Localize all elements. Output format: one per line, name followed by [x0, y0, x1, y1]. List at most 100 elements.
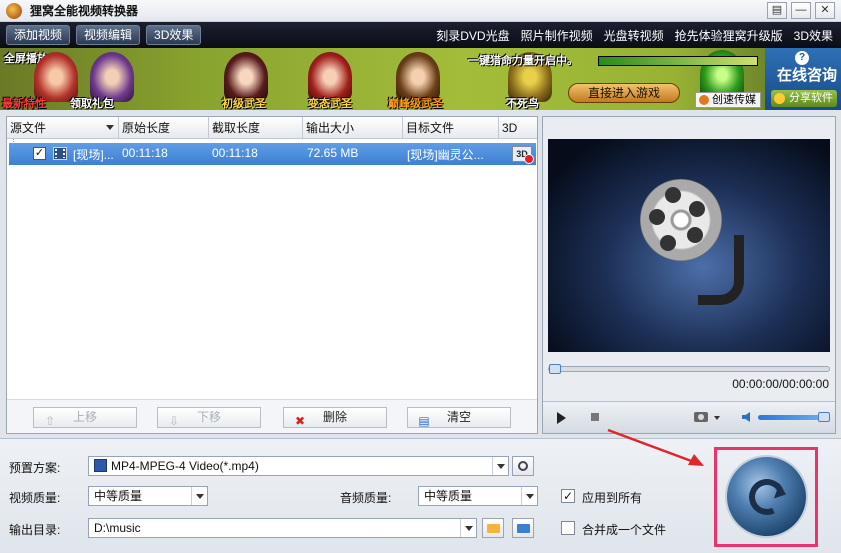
- sort-arrow-icon: [106, 125, 114, 130]
- seek-thumb[interactable]: [549, 364, 561, 374]
- banner-ad[interactable]: 全屏播放 最新特性 领取礼包 初级武圣 变态武圣 巅峰级武圣 不死鸟 一键猎命力…: [0, 48, 841, 110]
- menu-button[interactable]: ▤: [767, 2, 787, 19]
- app-logo-icon: [6, 2, 22, 19]
- seek-bar[interactable]: [548, 364, 830, 374]
- table-row[interactable]: ✓ [现场]... 00:11:18 00:11:18 72.65 MB [现场…: [9, 143, 536, 165]
- consult-panel[interactable]: ? 在线咨询 分享软件: [765, 48, 841, 110]
- enter-game-button[interactable]: 直接进入游戏: [568, 83, 680, 103]
- delete-x-icon: ✖: [294, 414, 306, 428]
- column-target-file[interactable]: 目标文件: [403, 117, 499, 139]
- apply-all-label: 应用到所有: [582, 491, 643, 505]
- link-upgrade[interactable]: 抢先体验狸窝升级版: [675, 27, 783, 44]
- banner-caption-3: 初级武圣: [222, 98, 266, 110]
- link-disc-to-video[interactable]: 光盘转视频: [604, 27, 664, 44]
- clear-button[interactable]: ▤ 清空: [407, 407, 511, 428]
- delete-button[interactable]: ✖ 删除: [283, 407, 387, 428]
- wrench-icon: [518, 461, 528, 471]
- audio-quality-select[interactable]: 中等质量: [418, 486, 538, 506]
- minimize-button[interactable]: —: [791, 2, 811, 19]
- time-display: 00:00:00/00:00:00: [732, 377, 829, 391]
- title-bar: 狸窝全能视频转换器 ▤ — ✕: [0, 0, 841, 22]
- preset-label: 预置方案:: [9, 461, 61, 475]
- audio-quality-label: 音频质量:: [340, 491, 392, 505]
- snapshot-dropdown-icon[interactable]: [714, 416, 720, 420]
- preview-panel: 00:00:00/00:00:00: [542, 116, 836, 434]
- folder-open-icon: [487, 524, 500, 533]
- column-output-size[interactable]: 输出大小: [303, 117, 403, 139]
- chuanmei-icon: [699, 95, 709, 105]
- toolbar: 添加视频 视频编辑 3D效果 刻录DVD光盘 照片制作视频 光盘转视频 抢先体验…: [0, 22, 841, 48]
- convert-highlight-frame: [714, 447, 818, 547]
- window-controls: ▤ — ✕: [767, 2, 835, 19]
- help-icon[interactable]: ?: [795, 51, 809, 65]
- cell-cut-length: 00:11:18: [212, 146, 258, 160]
- play-icon[interactable]: [557, 412, 566, 424]
- chevron-down-icon: [492, 457, 508, 475]
- cell-target-file: [现场]幽灵公...: [407, 148, 484, 162]
- chuanmei-label: 创速传媒: [712, 94, 756, 106]
- folder-icon: [517, 524, 530, 533]
- banner-caption-1: 最新特性: [2, 98, 46, 110]
- toolbar-links: 刻录DVD光盘 照片制作视频 光盘转视频 抢先体验狸窝升级版 3D效果: [436, 22, 833, 48]
- column-3d[interactable]: 3D: [499, 117, 537, 139]
- 3d-effect-button[interactable]: 3D效果: [146, 25, 202, 45]
- cell-output-size: 72.65 MB: [307, 146, 359, 160]
- clear-list-icon: ▤: [418, 414, 430, 428]
- link-3d-effect[interactable]: 3D效果: [794, 27, 833, 44]
- link-burn-dvd[interactable]: 刻录DVD光盘: [436, 27, 509, 44]
- volume-icon[interactable]: [742, 412, 750, 422]
- film-icon: [53, 147, 67, 160]
- move-up-button[interactable]: ⇧ 上移: [33, 407, 137, 428]
- mp4-format-icon: [94, 459, 107, 472]
- video-preview[interactable]: [548, 139, 830, 352]
- banner-caption-2: 领取礼包: [70, 98, 114, 110]
- chevron-down-icon: [460, 519, 476, 537]
- column-original-length[interactable]: 原始长度: [119, 117, 209, 139]
- chevron-down-icon: [521, 487, 537, 505]
- banner-caption-5: 巅峰级武圣: [388, 98, 443, 110]
- share-icon: [774, 93, 785, 104]
- edit-video-button[interactable]: 视频编辑: [76, 25, 141, 45]
- banner-promo-text: 一键猎命力量开启中。: [468, 55, 578, 67]
- volume-thumb[interactable]: [818, 412, 830, 422]
- arrow-up-icon: ⇧: [44, 414, 56, 428]
- cell-original-length: 00:11:18: [122, 146, 168, 160]
- banner-caption-4: 变态武圣: [308, 98, 352, 110]
- add-video-button[interactable]: 添加视频: [6, 25, 71, 45]
- 3d-badge-icon[interactable]: 3D: [512, 146, 534, 164]
- file-list-header: 源文件 原始长度 截取长度 输出大小 目标文件 3D: [7, 117, 537, 139]
- volume-slider[interactable]: [758, 412, 830, 422]
- video-quality-label: 视频质量:: [9, 491, 61, 505]
- cell-source: [现场]...: [73, 148, 114, 162]
- column-source[interactable]: 源文件: [7, 117, 119, 139]
- banner-caption-6: 不死鸟: [506, 98, 539, 110]
- browse-folder-button[interactable]: [482, 518, 504, 538]
- refresh-arrow-icon: [743, 473, 791, 521]
- column-cut-length[interactable]: 截取长度: [209, 117, 303, 139]
- output-dir-label: 输出目录:: [9, 523, 61, 537]
- apply-all-checkbox[interactable]: ✓: [561, 489, 575, 503]
- stop-icon[interactable]: [591, 413, 599, 421]
- file-list-panel: 源文件 原始长度 截取长度 输出大小 目标文件 3D ✓ [现场]... 00:…: [6, 116, 538, 434]
- banner-power-bar: [598, 56, 758, 66]
- open-output-folder-button[interactable]: [512, 518, 534, 538]
- output-dir-select[interactable]: D:\music: [88, 518, 477, 538]
- merge-files-checkbox[interactable]: [561, 521, 575, 535]
- app-title: 狸窝全能视频转换器: [30, 4, 139, 18]
- online-consult-link[interactable]: 在线咨询: [777, 64, 837, 85]
- preset-select[interactable]: MP4-MPEG-4 Video(*.mp4): [88, 456, 509, 476]
- convert-button[interactable]: [725, 455, 808, 538]
- arrow-down-icon: ⇩: [168, 414, 180, 428]
- link-photo-video[interactable]: 照片制作视频: [521, 27, 593, 44]
- move-down-button[interactable]: ⇩ 下移: [157, 407, 261, 428]
- film-strip-graphic: [698, 235, 744, 305]
- video-quality-select[interactable]: 中等质量: [88, 486, 208, 506]
- list-actions: ⇧ 上移 ⇩ 下移 ✖ 删除 ▤ 清空: [7, 399, 537, 433]
- snapshot-camera-icon[interactable]: [694, 412, 708, 422]
- merge-files-label: 合并成一个文件: [582, 523, 667, 537]
- chuanmei-link[interactable]: 创速传媒: [695, 92, 761, 108]
- row-checkbox[interactable]: ✓: [33, 147, 46, 160]
- close-button[interactable]: ✕: [815, 2, 835, 19]
- share-software-button[interactable]: 分享软件: [771, 90, 837, 107]
- preset-settings-button[interactable]: [512, 456, 534, 476]
